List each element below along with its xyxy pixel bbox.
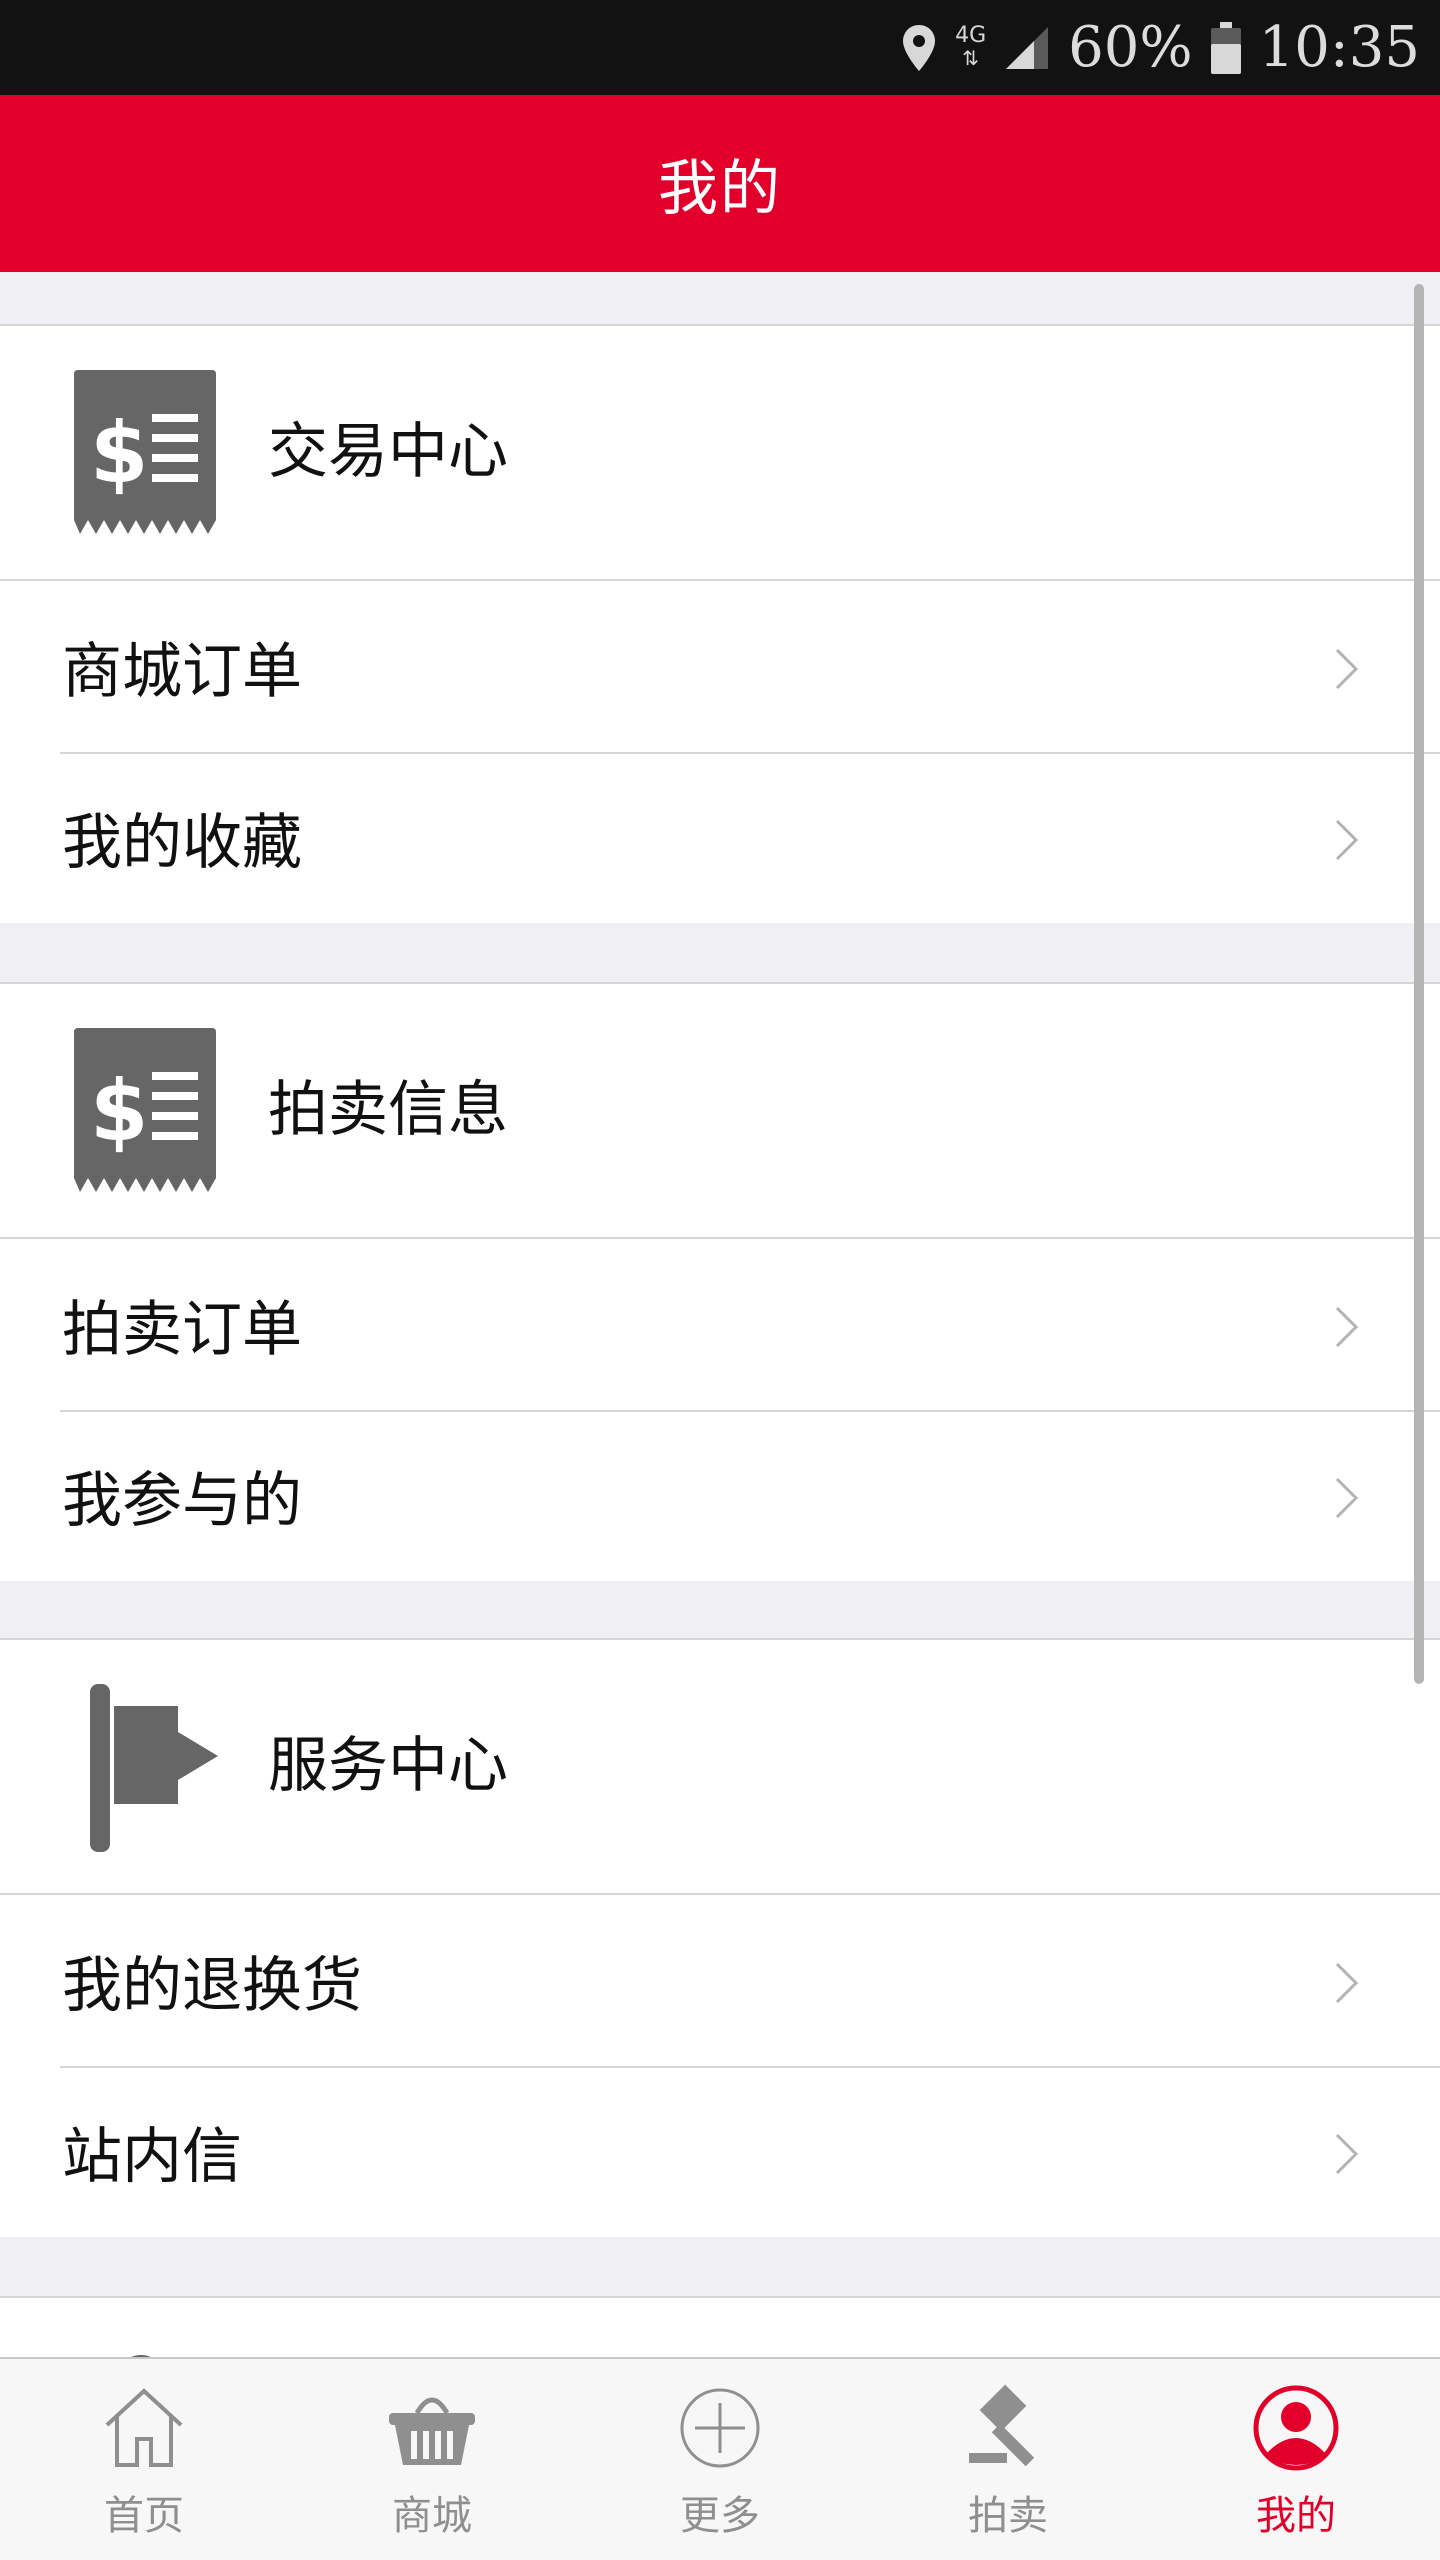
- clock: 10:35: [1258, 15, 1420, 80]
- section-header: 服务中心: [0, 1640, 1440, 1895]
- list-item-my-returns[interactable]: 我的退换货: [0, 1895, 1440, 2066]
- list-item-mall-orders[interactable]: 商城订单: [0, 581, 1440, 752]
- receipt-icon: $: [74, 370, 216, 534]
- chevron-right-icon: [1335, 1962, 1359, 2004]
- tab-mall[interactable]: 商城: [288, 2359, 576, 2560]
- section-trade-center: $ 交易中心 商城订单 我的收藏: [0, 324, 1440, 923]
- bottom-tab-bar: 首页 商城 更多 拍卖 我的: [0, 2357, 1440, 2560]
- section-title: 拍卖信息: [268, 1075, 508, 1145]
- page-title: 我的: [658, 154, 782, 224]
- battery-icon: [1210, 21, 1241, 74]
- status-icons: 4G ⇅ 60% 10:35: [901, 0, 1420, 95]
- list-item-label: 拍卖订单: [62, 1295, 302, 1365]
- section-title: 交易中心: [268, 417, 508, 487]
- section-header: $ 交易中心: [0, 326, 1440, 581]
- app-header: 我的: [0, 95, 1440, 272]
- receipt-icon: $: [74, 1028, 216, 1192]
- tab-auction[interactable]: 拍卖: [864, 2359, 1152, 2560]
- tab-label: 拍卖: [968, 2493, 1048, 2539]
- chevron-right-icon: [1335, 1477, 1359, 1519]
- battery-percent: 60%: [1068, 15, 1193, 80]
- gavel-icon: [969, 2384, 1035, 2467]
- plus-circle-icon: [680, 2388, 760, 2468]
- list-item-my-participated[interactable]: 我参与的: [0, 1410, 1440, 1581]
- list-item-label: 我的收藏: [62, 808, 302, 878]
- list-item-label: 我参与的: [62, 1466, 302, 1536]
- list-item-label: 商城订单: [62, 637, 302, 707]
- section-service-center: 服务中心 我的退换货 站内信: [0, 1638, 1440, 2237]
- network-4g-icon: 4G ⇅: [955, 23, 987, 70]
- tab-label: 首页: [104, 2493, 184, 2539]
- tab-label: 更多: [680, 2493, 760, 2539]
- content-area[interactable]: $ 交易中心 商城订单 我的收藏 $ 拍卖信息 拍卖订单 我参与的 服务中心 我…: [0, 272, 1440, 2357]
- location-icon: [901, 23, 937, 73]
- home-icon: [105, 2388, 183, 2467]
- section-auction-info: $ 拍卖信息 拍卖订单 我参与的: [0, 982, 1440, 1581]
- svg-text:$: $: [90, 404, 148, 502]
- chevron-right-icon: [1335, 819, 1359, 861]
- chevron-right-icon: [1335, 2133, 1359, 2175]
- user-icon: [1253, 2385, 1339, 2471]
- tab-label: 我的: [1256, 2493, 1336, 2539]
- flag-icon: [90, 1684, 218, 1852]
- list-item-my-favorites[interactable]: 我的收藏: [0, 752, 1440, 923]
- list-item-label: 站内信: [62, 2122, 242, 2192]
- section-icon-partial: [131, 2355, 151, 2357]
- section-partial: [0, 2296, 1440, 2357]
- section-title: 服务中心: [268, 1731, 508, 1801]
- svg-text:$: $: [90, 1062, 148, 1160]
- chevron-right-icon: [1335, 648, 1359, 690]
- section-header: $ 拍卖信息: [0, 984, 1440, 1239]
- list-item-site-messages[interactable]: 站内信: [0, 2066, 1440, 2237]
- scrollbar[interactable]: [1414, 284, 1424, 1684]
- chevron-right-icon: [1335, 1306, 1359, 1348]
- network-label: 4G: [955, 23, 987, 48]
- list-item-auction-orders[interactable]: 拍卖订单: [0, 1239, 1440, 1410]
- signal-icon: [1004, 25, 1050, 71]
- tab-more[interactable]: 更多: [576, 2359, 864, 2560]
- basket-icon: [389, 2397, 475, 2465]
- tab-label: 商城: [392, 2493, 472, 2539]
- screen: 4G ⇅ 60% 10:35 我的 $ 交易中心 商城订单 我的收藏 $ 拍卖信…: [0, 0, 1440, 2560]
- tab-mine[interactable]: 我的: [1152, 2359, 1440, 2560]
- tab-home[interactable]: 首页: [0, 2359, 288, 2560]
- list-item-label: 我的退换货: [62, 1951, 362, 2021]
- status-bar: 4G ⇅ 60% 10:35: [0, 0, 1440, 95]
